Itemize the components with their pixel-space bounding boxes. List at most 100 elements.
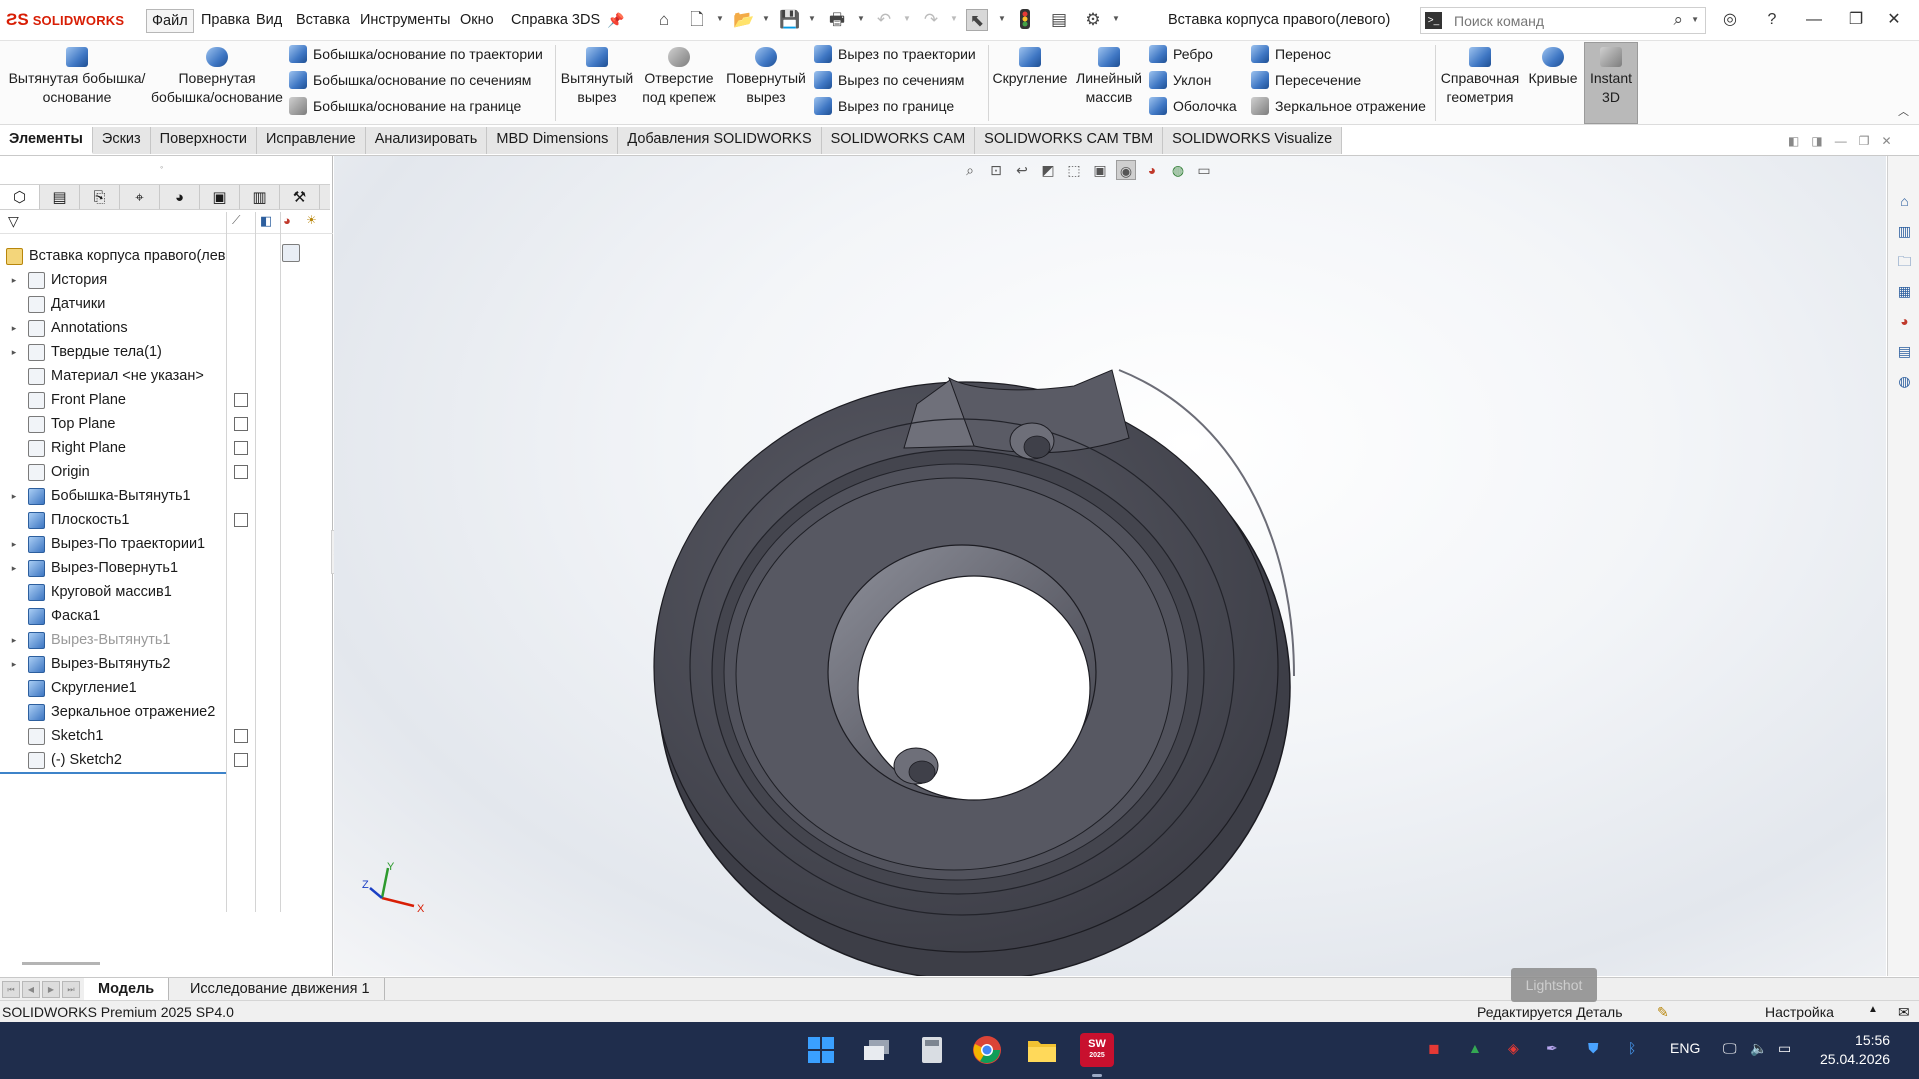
lofted-boss-button[interactable]: Бобышка/основание по сечениям: [289, 69, 531, 91]
swept-boss-button[interactable]: Бобышка/основание по траектории: [289, 43, 543, 65]
visibility-toggle-icon[interactable]: [234, 393, 248, 407]
prev-tab-icon[interactable]: ◀: [22, 981, 40, 998]
revolved-boss-button[interactable]: Повернутая бобышка/основание: [150, 45, 284, 107]
cam-tools-tab-icon[interactable]: ⚒: [280, 185, 320, 209]
previous-view-icon[interactable]: ↩: [1012, 160, 1032, 180]
expand-arrow-icon[interactable]: ▸: [8, 323, 20, 334]
tree-item[interactable]: ▸ Вырез-Повернуть1: [0, 556, 178, 580]
lightshot-tray-icon[interactable]: ✒: [1546, 1040, 1558, 1057]
display-pane-material-icon[interactable]: [282, 244, 300, 262]
tree-root-part[interactable]: Вставка корпуса правого(лев: [0, 244, 226, 268]
filter-icon[interactable]: ▽: [8, 213, 19, 230]
visibility-toggle-icon[interactable]: [234, 753, 248, 767]
mirror-button[interactable]: Зеркальное отражение: [1251, 95, 1426, 117]
reference-geometry-button[interactable]: Справочная геометрия: [1438, 45, 1522, 107]
new-dropdown-icon[interactable]: ▼: [716, 14, 724, 23]
select-icon[interactable]: ⬉: [966, 9, 988, 31]
solidworks-taskbar-icon[interactable]: SW 2025: [1080, 1033, 1114, 1067]
rebuild-status-icon[interactable]: ✎: [1657, 1004, 1669, 1021]
intersect-button[interactable]: Пересечение: [1251, 69, 1361, 91]
collapse-ribbon-icon[interactable]: ︿: [1898, 103, 1909, 119]
tab-cam[interactable]: SOLIDWORKS CAM: [821, 127, 976, 154]
file-properties-icon[interactable]: ▤: [1048, 9, 1070, 31]
next-tab-icon[interactable]: ▶: [42, 981, 60, 998]
expand-arrow-icon[interactable]: ▸: [8, 539, 20, 550]
select-dropdown-icon[interactable]: ▼: [998, 14, 1006, 23]
save-icon[interactable]: 💾: [779, 9, 801, 31]
last-tab-icon[interactable]: ⏭: [62, 981, 80, 998]
tree-item[interactable]: Материал <не указан>: [0, 364, 204, 388]
visibility-toggle-icon[interactable]: [234, 417, 248, 431]
tray-app-red-icon[interactable]: ◼: [1428, 1040, 1440, 1057]
tree-item[interactable]: Front Plane: [0, 388, 126, 412]
bluetooth-icon[interactable]: ᛒ: [1628, 1040, 1636, 1056]
design-library-icon[interactable]: ▥: [1895, 222, 1914, 241]
visibility-toggle-icon[interactable]: [234, 729, 248, 743]
tree-item[interactable]: Скругление1: [0, 676, 137, 700]
solidworks-forum-icon[interactable]: ◍: [1895, 372, 1914, 391]
swept-cut-button[interactable]: Вырез по траектории: [814, 43, 976, 65]
panel-grip-icon[interactable]: ◦: [160, 162, 163, 172]
expand-arrow-icon[interactable]: ▸: [8, 275, 20, 286]
system-clock[interactable]: 15:56 25.04.2026: [1820, 1031, 1890, 1069]
search-icon[interactable]: ⌕: [1673, 10, 1683, 30]
tree-item[interactable]: Фаска1: [0, 604, 100, 628]
view-settings-icon[interactable]: ▭: [1194, 160, 1214, 180]
boundary-boss-button[interactable]: Бобышка/основание на границе: [289, 95, 521, 117]
tree-item[interactable]: ▸ Вырез-Вытянуть1: [0, 628, 170, 652]
part-model[interactable]: [334, 156, 1886, 976]
visibility-toggle-icon[interactable]: [234, 513, 248, 527]
print-dropdown-icon[interactable]: ▼: [857, 14, 865, 23]
revolved-cut-button[interactable]: Повернутый вырез: [722, 45, 810, 107]
first-tab-icon[interactable]: ⏮: [2, 981, 20, 998]
pin-icon[interactable]: 📌: [605, 9, 627, 31]
help-icon[interactable]: ?: [1758, 8, 1786, 32]
menu-help[interactable]: Справка 3DS: [506, 9, 605, 33]
dimxpert-tab-icon[interactable]: ⌖: [120, 185, 160, 209]
edit-appearance-icon[interactable]: ◕: [1142, 160, 1162, 180]
tree-item[interactable]: Right Plane: [0, 436, 126, 460]
tree-item[interactable]: ▸ Бобышка-Вытянуть1: [0, 484, 191, 508]
tab-features[interactable]: Элементы: [0, 127, 93, 154]
viewport-restore-icon[interactable]: ❐: [1859, 134, 1870, 148]
new-document-icon[interactable]: 🗋: [686, 9, 708, 31]
open-dropdown-icon[interactable]: ▼: [762, 14, 770, 23]
appearance-icon[interactable]: ◕: [283, 213, 291, 228]
tab-model[interactable]: Модель: [84, 978, 170, 1001]
tile-right-icon[interactable]: ◨: [1811, 134, 1822, 148]
tree-item[interactable]: (-) Sketch2: [0, 748, 122, 772]
menu-file[interactable]: Файл: [146, 9, 194, 33]
tree-item[interactable]: ▸ Annotations: [0, 316, 128, 340]
volume-icon[interactable]: 🔈: [1750, 1040, 1767, 1057]
chrome-icon[interactable]: [970, 1033, 1004, 1067]
appearances-icon[interactable]: ◕: [1895, 312, 1914, 331]
feature-manager-tab-icon[interactable]: ⬡: [0, 185, 40, 209]
configuration-manager-tab-icon[interactable]: ⎘: [80, 185, 120, 209]
menu-tools[interactable]: Инструменты: [355, 9, 455, 33]
display-state-icon[interactable]: ◧: [260, 213, 272, 229]
file-explorer-taskbar-icon[interactable]: [1025, 1033, 1059, 1067]
tree-item[interactable]: ▸ История: [0, 268, 107, 292]
tab-addins[interactable]: Добавления SOLIDWORKS: [618, 127, 822, 154]
units-dropdown-icon[interactable]: ▲: [1868, 1004, 1878, 1015]
hide-show-items-icon[interactable]: ◉: [1116, 160, 1136, 180]
tab-mbd-dimensions[interactable]: MBD Dimensions: [487, 127, 619, 154]
redo-icon[interactable]: ↷: [920, 9, 942, 31]
expand-arrow-icon[interactable]: ▸: [8, 491, 20, 502]
expand-arrow-icon[interactable]: ▸: [8, 659, 20, 670]
status-units[interactable]: Настройка: [1765, 1004, 1834, 1020]
account-icon[interactable]: ◎: [1716, 8, 1744, 32]
expand-arrow-icon[interactable]: ▸: [8, 563, 20, 574]
tree-item[interactable]: ▸ Твердые тела(1): [0, 340, 162, 364]
tree-item[interactable]: Зеркальное отражение2: [0, 700, 215, 724]
fillet-button[interactable]: Скругление: [990, 45, 1070, 88]
tree-item[interactable]: Origin: [0, 460, 90, 484]
home-icon[interactable]: ⌂: [653, 9, 675, 31]
draft-button[interactable]: Уклон: [1149, 69, 1211, 91]
tree-item[interactable]: Плоскость1: [0, 508, 129, 532]
zoom-to-area-icon[interactable]: ⊡: [986, 160, 1006, 180]
tab-sketch[interactable]: Эскиз: [92, 127, 151, 154]
display-style-icon[interactable]: ▣: [1090, 160, 1110, 180]
menu-view[interactable]: Вид: [251, 9, 287, 33]
rollback-bar[interactable]: [0, 772, 226, 774]
